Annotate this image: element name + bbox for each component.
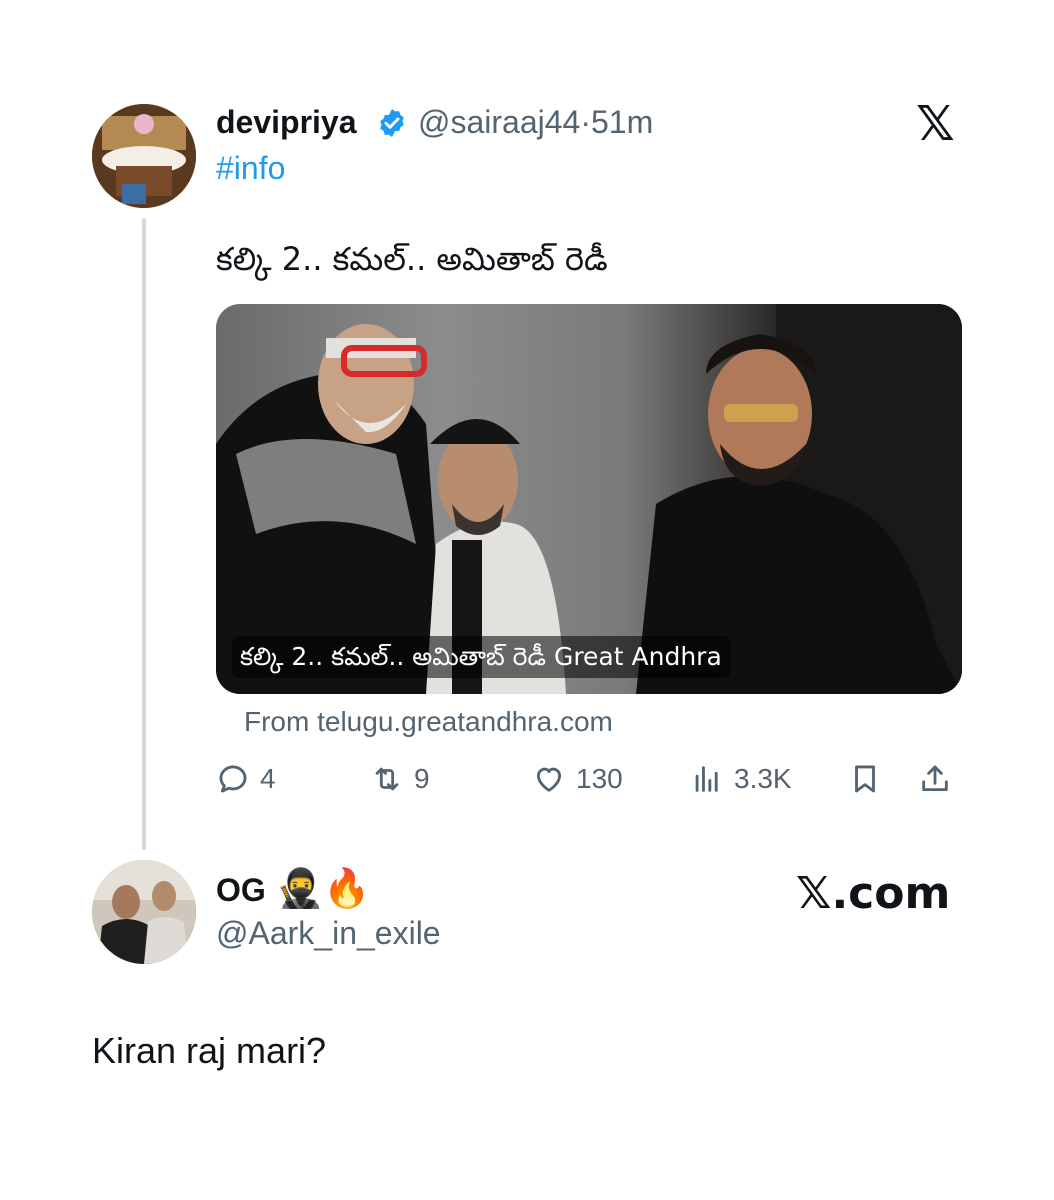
reply-author-name[interactable]: OG bbox=[216, 872, 266, 909]
views-count: 3.3K bbox=[734, 763, 792, 794]
link-source[interactable]: From telugu.greatandhra.com bbox=[244, 706, 613, 738]
meta-separator: · bbox=[580, 104, 591, 140]
reply-author-emoji: 🥷🔥 bbox=[276, 866, 371, 910]
reply-button[interactable]: 4 bbox=[216, 762, 276, 796]
bookmark-icon bbox=[855, 765, 875, 793]
x-com-watermark: 𝕏.com bbox=[796, 868, 951, 919]
author-avatar[interactable] bbox=[92, 104, 196, 208]
author-handle[interactable]: @sairaaj44 bbox=[418, 104, 580, 140]
views-icon bbox=[695, 766, 718, 792]
reply-icon bbox=[219, 765, 247, 793]
verified-badge-icon bbox=[376, 107, 408, 139]
reply-author-handle[interactable]: @Aark_in_exile bbox=[216, 915, 441, 952]
reply-author-avatar[interactable] bbox=[92, 860, 196, 964]
retweet-icon bbox=[375, 767, 399, 791]
bookmark-button[interactable] bbox=[848, 762, 882, 796]
x-logo-icon: 𝕏 bbox=[916, 96, 955, 152]
author-name[interactable]: devipriya bbox=[216, 104, 357, 141]
media-caption: కల్కి 2.. కమల్.. అమితాబ్ రెడీ Great Andh… bbox=[232, 636, 730, 678]
retweet-button[interactable]: 9 bbox=[370, 762, 430, 796]
share-icon bbox=[922, 765, 948, 792]
share-button[interactable] bbox=[918, 762, 952, 796]
reply-text: Kiran raj mari? bbox=[92, 1030, 327, 1071]
retweet-count: 9 bbox=[414, 763, 430, 794]
tweet-time[interactable]: 51m bbox=[591, 104, 653, 140]
like-button[interactable]: 130 bbox=[532, 762, 623, 796]
tweet-text: కల్కి 2.. కమల్.. అమితాబ్ రెడీ bbox=[216, 240, 608, 278]
reply-count: 4 bbox=[260, 763, 276, 794]
like-count: 130 bbox=[576, 763, 623, 794]
views-button[interactable]: 3.3K bbox=[690, 762, 792, 796]
like-icon bbox=[536, 767, 562, 792]
hashtag-link[interactable]: #info bbox=[216, 150, 285, 187]
author-handle-meta: @sairaaj44·51m bbox=[418, 104, 653, 141]
thread-connector-line bbox=[142, 218, 146, 850]
